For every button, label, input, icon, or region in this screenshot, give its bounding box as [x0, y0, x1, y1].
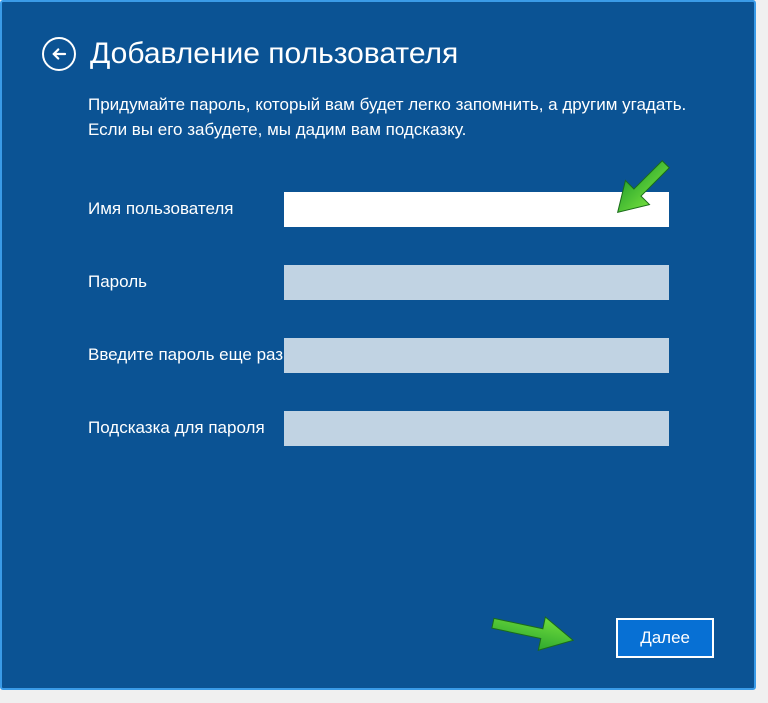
password-hint-row: Подсказка для пароля [88, 411, 714, 446]
description-text: Придумайте пароль, который вам будет лег… [88, 93, 714, 142]
password-confirm-input[interactable] [284, 338, 669, 373]
password-row: Пароль [88, 265, 714, 300]
footer: Далее [616, 618, 714, 658]
page-title: Добавление пользователя [90, 37, 458, 71]
password-input[interactable] [284, 265, 669, 300]
add-user-window: Добавление пользователя Придумайте парол… [0, 0, 756, 690]
next-button[interactable]: Далее [616, 618, 714, 658]
username-row: Имя пользователя [88, 192, 714, 227]
password-hint-label: Подсказка для пароля [88, 411, 284, 440]
user-form: Имя пользователя Пароль Введите пароль е… [88, 192, 714, 446]
back-button[interactable] [42, 37, 76, 71]
password-confirm-label: Введите пароль еще раз [88, 338, 284, 367]
password-confirm-row: Введите пароль еще раз [88, 338, 714, 373]
arrow-left-icon [50, 45, 68, 63]
password-hint-input[interactable] [284, 411, 669, 446]
username-input[interactable] [284, 192, 669, 227]
annotation-arrow-icon [484, 605, 584, 660]
header: Добавление пользователя [42, 37, 714, 71]
password-label: Пароль [88, 265, 284, 294]
username-label: Имя пользователя [88, 192, 284, 221]
